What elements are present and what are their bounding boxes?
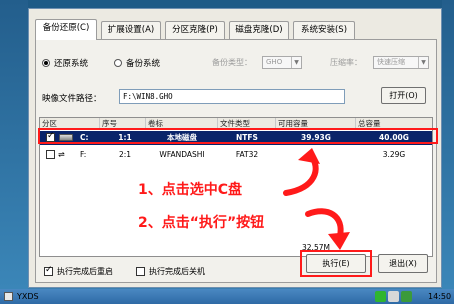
- total-size: 3.29G: [382, 150, 406, 159]
- row-checkbox[interactable]: [46, 150, 55, 159]
- start-icon[interactable]: [4, 292, 13, 301]
- partition-index: 2:1: [118, 150, 132, 159]
- tab-panel-backup-restore: 还原系统 备份系统 备份类型： GHO ▼ 压缩率： 快速压缩 ▼ 映像文件路径： …: [35, 39, 438, 283]
- tab-backup-restore[interactable]: 备份还原(C): [35, 19, 97, 40]
- compress-select[interactable]: 快速压缩 ▼: [373, 56, 429, 69]
- image-path-input[interactable]: F:\WIN8.GHO: [119, 89, 345, 104]
- shutdown-after-checkbox[interactable]: [136, 267, 145, 276]
- annotation-step-1: 1、点击选中C盘: [138, 182, 243, 198]
- tab-extended-settings[interactable]: 扩展设置(A): [101, 21, 161, 39]
- taskbar-clock: 14:50: [428, 292, 452, 301]
- desktop-background-left: [0, 0, 28, 289]
- arrow-to-execute-icon: [305, 208, 350, 250]
- backup-type-select[interactable]: GHO ▼: [262, 56, 302, 69]
- taskbar-app-label[interactable]: YXDS: [17, 289, 39, 304]
- arrow-to-c-drive-icon: [283, 148, 320, 196]
- taskbar: YXDS 14:50: [0, 289, 454, 304]
- tray-network-icon[interactable]: [375, 291, 386, 302]
- ghost-restore-window: 备份还原(C) 扩展设置(A) 分区克隆(P) 磁盘克隆(D) 系统安装(S) …: [28, 8, 442, 288]
- reboot-after-label: 执行完成后重启: [57, 267, 113, 276]
- exit-button[interactable]: 退出(X): [378, 254, 428, 273]
- backup-type-label: 备份类型：: [212, 58, 252, 67]
- drive-letter: F:: [80, 150, 87, 159]
- desktop-background-right: [442, 0, 454, 289]
- backup-system-label: 备份系统: [126, 59, 161, 69]
- table-row[interactable]: ⇌ F: 2:1 WFANDASHI FAT32 3.29G: [40, 148, 432, 162]
- tab-bar: 备份还原(C) 扩展设置(A) 分区克隆(P) 磁盘克隆(D) 系统安装(S): [35, 19, 435, 40]
- tab-disk-clone[interactable]: 磁盘克隆(D): [229, 21, 289, 39]
- reboot-after-checkbox[interactable]: [44, 265, 53, 276]
- chevron-down-icon: ▼: [418, 57, 428, 68]
- volume-label: WFANDASHI: [159, 150, 205, 159]
- usb-icon: ⇌: [58, 150, 65, 159]
- restore-system-radio[interactable]: [42, 59, 50, 67]
- tab-partition-clone[interactable]: 分区克隆(P): [165, 21, 225, 39]
- open-button[interactable]: 打开(O): [381, 87, 426, 104]
- restore-system-label: 还原系统: [54, 59, 89, 69]
- compress-label: 压缩率：: [330, 58, 362, 67]
- tab-system-install[interactable]: 系统安装(S): [293, 21, 355, 39]
- tray-security-icon[interactable]: [401, 291, 412, 302]
- backup-system-radio[interactable]: [114, 59, 122, 67]
- execute-button[interactable]: 执行(E): [306, 254, 366, 273]
- selection-highlight-box: [38, 128, 438, 144]
- chevron-down-icon: ▼: [291, 57, 301, 68]
- shutdown-after-label: 执行完成后关机: [149, 267, 205, 276]
- image-path-label: 映像文件路径：: [42, 94, 102, 104]
- filesystem: FAT32: [235, 150, 259, 159]
- tray-volume-icon[interactable]: [388, 291, 399, 302]
- annotation-step-2: 2、点击“执行”按钮: [138, 215, 265, 231]
